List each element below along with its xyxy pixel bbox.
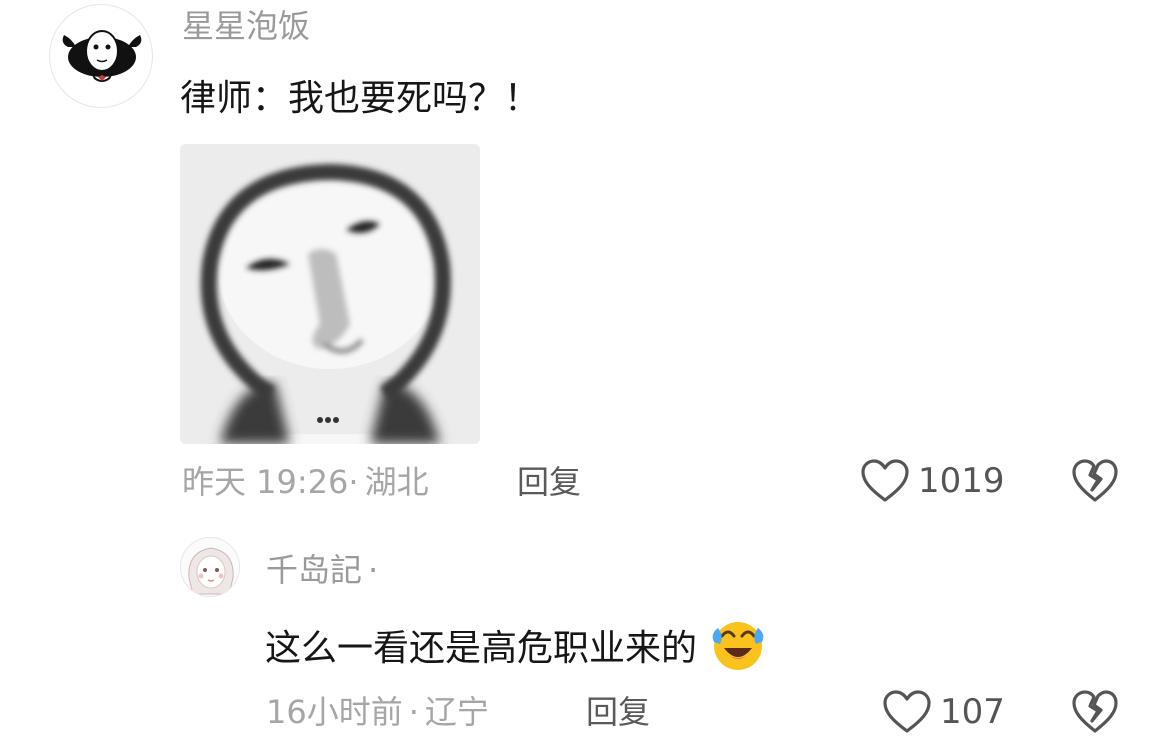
reply-like-count: 107 [940, 692, 1005, 732]
sticker-meme-face [180, 144, 480, 444]
comment-meta: 昨天 19:26· 湖北 [182, 462, 429, 502]
broken-heart-icon[interactable] [1071, 458, 1119, 504]
reply-text: 这么一看还是高危职业来的 [265, 616, 766, 684]
comment-reply-button[interactable]: 回复 [517, 462, 581, 502]
broken-heart-icon[interactable] [1071, 689, 1119, 735]
reply-location: 辽宁 [424, 693, 489, 731]
replier-avatar-drawing [181, 538, 239, 596]
meta-separator: · [408, 693, 419, 731]
heart-outline-icon[interactable] [882, 689, 932, 735]
reply-timestamp: 16小时前 [266, 693, 403, 731]
replier-username-text: 千岛記 [266, 551, 363, 589]
commenter-username[interactable]: 星星泡饭 [182, 6, 310, 46]
replier-avatar[interactable] [180, 537, 240, 597]
commenter-avatar-drawing [62, 30, 142, 82]
replier-username-suffix: · [368, 551, 379, 589]
commenter-avatar[interactable] [49, 4, 153, 108]
comment-timestamp: 昨天 19:26 [182, 463, 349, 501]
reply-reply-button[interactable]: 回复 [586, 692, 650, 732]
reply-text-body: 这么一看还是高危职业来的 [265, 628, 698, 669]
comment-like-count: 1019 [918, 461, 1005, 501]
comment-location: 湖北 [364, 463, 429, 501]
comment-sticker-image[interactable] [180, 144, 480, 444]
reply-meta: 16小时前 · 辽宁 [266, 692, 489, 732]
comment-text: 律师：我也要死吗？！ [180, 78, 541, 119]
crying-laughing-emoji-icon [710, 616, 766, 684]
heart-outline-icon[interactable] [860, 458, 910, 504]
meta-separator: · [348, 463, 359, 501]
replier-username[interactable]: 千岛記 · [266, 550, 378, 590]
